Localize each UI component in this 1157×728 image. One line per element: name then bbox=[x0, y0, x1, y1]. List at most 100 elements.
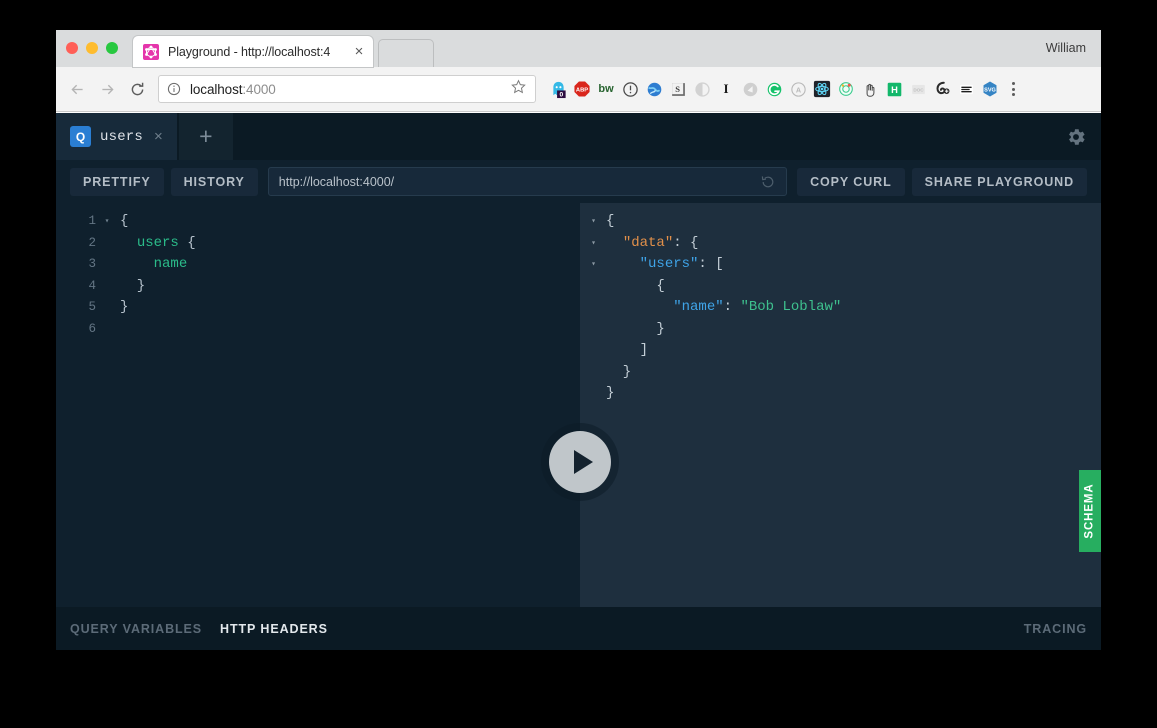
line-source: { bbox=[606, 277, 665, 294]
triangle-gray-icon[interactable] bbox=[738, 74, 762, 104]
share-playground-button[interactable]: SHARE PLAYGROUND bbox=[911, 167, 1087, 196]
apollo-icon[interactable] bbox=[834, 74, 858, 104]
italic-icon[interactable]: I bbox=[714, 74, 738, 104]
forward-arrow-icon[interactable] bbox=[92, 74, 122, 104]
endpoint-url-text: http://localhost:4000/ bbox=[278, 174, 395, 189]
response-line: } bbox=[580, 383, 1101, 405]
playground-body: 1 ▾{2 users {3 name 4 } 5} 6 ▾{▾ "data": {▾ … bbox=[56, 203, 1101, 607]
endpoint-url-input[interactable]: http://localhost:4000/ bbox=[267, 167, 788, 196]
schema-tab-label: SCHEMA bbox=[1084, 483, 1096, 539]
query-editor-line: 1 ▾ { bbox=[56, 211, 580, 233]
svg-text:A: A bbox=[795, 85, 801, 94]
line-source: "name": "Bob Loblaw" bbox=[673, 299, 842, 315]
line-source: { bbox=[120, 213, 129, 229]
hypothesis-icon[interactable]: H bbox=[882, 74, 906, 104]
back-arrow-icon[interactable] bbox=[62, 74, 92, 104]
fold-toggle-icon[interactable]: ▾ bbox=[580, 233, 602, 255]
lines-icon[interactable] bbox=[954, 74, 978, 104]
schema-tab-button[interactable]: SCHEMA bbox=[1079, 470, 1101, 552]
maximize-window-button[interactable] bbox=[106, 42, 118, 54]
reload-endpoint-icon[interactable] bbox=[760, 174, 776, 190]
grammarly-icon[interactable] bbox=[762, 74, 786, 104]
kebab-menu-icon[interactable] bbox=[1002, 74, 1024, 104]
query-variables-tab[interactable]: QUERY VARIABLES bbox=[70, 622, 202, 636]
new-playground-tab-button[interactable]: + bbox=[178, 113, 233, 160]
profile-name[interactable]: William bbox=[1037, 38, 1095, 58]
browser-toolbar: localhost:4000 0 ABP bw S I A H DOC SVG bbox=[56, 67, 1101, 112]
bitwarden-icon[interactable]: bw bbox=[594, 74, 618, 104]
line-source: ] bbox=[606, 342, 649, 358]
query-editor[interactable]: 1 ▾{2 users {3 name 4 } 5} 6 bbox=[56, 203, 580, 607]
response-line: "name": "Bob Loblaw" bbox=[580, 297, 1101, 319]
browser-tab-playground[interactable]: Playground - http://localhost:4 × bbox=[133, 36, 373, 67]
window-traffic-lights bbox=[66, 42, 118, 54]
line-source: name bbox=[153, 256, 188, 272]
globe-icon[interactable] bbox=[642, 74, 666, 104]
line-source: } bbox=[120, 299, 129, 315]
minimize-window-button[interactable] bbox=[86, 42, 98, 54]
response-viewer[interactable]: ▾{▾ "data": {▾ "users": [ { "name": "Bob… bbox=[580, 203, 1101, 607]
moon-icon[interactable] bbox=[690, 74, 714, 104]
svg-badge-icon[interactable]: SVG bbox=[978, 74, 1002, 104]
svg-text:0: 0 bbox=[559, 91, 563, 98]
close-window-button[interactable] bbox=[66, 42, 78, 54]
graphql-playground: Q users × + PRETTIFY HISTORY http://loca… bbox=[56, 113, 1101, 650]
response-viewer-lines: ▾{▾ "data": {▾ "users": [ { "name": "Bob… bbox=[580, 211, 1101, 405]
line-source: "data": { bbox=[622, 234, 699, 251]
ghostery-icon[interactable]: 0 bbox=[546, 74, 570, 104]
line-source: "users": [ bbox=[639, 256, 724, 272]
new-tab-ghost-button[interactable] bbox=[378, 39, 434, 67]
star-icon[interactable] bbox=[511, 79, 527, 99]
http-headers-tab[interactable]: HTTP HEADERS bbox=[220, 622, 328, 636]
tracing-tab[interactable]: TRACING bbox=[1024, 622, 1087, 636]
close-playground-tab-button[interactable]: × bbox=[152, 128, 165, 145]
run-query-play-button[interactable] bbox=[549, 431, 611, 493]
line-source: users { bbox=[136, 234, 196, 251]
playground-tab-users[interactable]: Q users × bbox=[56, 113, 177, 160]
graphql-logo-icon bbox=[143, 43, 159, 60]
query-editor-lines: 1 ▾{2 users {3 name 4 } 5} 6 bbox=[56, 211, 580, 340]
play-triangle-icon bbox=[573, 450, 593, 474]
fold-toggle-icon[interactable]: ▾ bbox=[580, 211, 602, 233]
response-line: ▾{ bbox=[580, 211, 1101, 233]
line-source: } bbox=[120, 277, 146, 294]
response-line: ▾ "users": [ bbox=[580, 254, 1101, 276]
svg-text:H: H bbox=[891, 85, 898, 95]
copy-curl-button[interactable]: COPY CURL bbox=[797, 167, 905, 196]
browser-tab-strip: Playground - http://localhost:4 × Willia… bbox=[56, 30, 1101, 67]
query-editor-line: 2 users { bbox=[56, 233, 580, 255]
gear-icon[interactable] bbox=[1065, 126, 1087, 148]
line-number: 3 bbox=[88, 257, 96, 271]
query-editor-line: 3 name bbox=[56, 254, 580, 276]
response-line: ▾ "data": { bbox=[580, 233, 1101, 255]
circle-a-icon[interactable]: A bbox=[786, 74, 810, 104]
evernote-icon[interactable]: S bbox=[666, 74, 690, 104]
info-circle-icon[interactable] bbox=[167, 82, 183, 96]
address-bar-text: localhost:4000 bbox=[190, 81, 276, 97]
playground-footer: QUERY VARIABLES HTTP HEADERS TRACING bbox=[56, 607, 1101, 650]
svg-text:S: S bbox=[675, 84, 680, 94]
response-line: { bbox=[580, 276, 1101, 298]
fold-toggle-icon[interactable]: ▾ bbox=[100, 211, 114, 233]
line-number: 5 bbox=[88, 300, 96, 314]
react-devtools-icon[interactable] bbox=[810, 74, 834, 104]
swirl-icon[interactable] bbox=[930, 74, 954, 104]
playground-action-toolbar: PRETTIFY HISTORY http://localhost:4000/ … bbox=[56, 160, 1101, 203]
close-tab-button[interactable]: × bbox=[351, 44, 367, 60]
exclamation-circle-icon[interactable] bbox=[618, 74, 642, 104]
fold-toggle-icon[interactable]: ▾ bbox=[580, 254, 602, 276]
history-button[interactable]: HISTORY bbox=[170, 167, 258, 196]
svg-text:DOC: DOC bbox=[913, 87, 924, 92]
hand-icon[interactable] bbox=[858, 74, 882, 104]
browser-window: Playground - http://localhost:4 × Willia… bbox=[56, 30, 1101, 650]
playground-tab-label: users bbox=[100, 128, 144, 145]
dim-box-icon[interactable]: DOC bbox=[906, 74, 930, 104]
prettify-button[interactable]: PRETTIFY bbox=[70, 167, 164, 196]
svg-text:ABP: ABP bbox=[576, 88, 588, 94]
adblock-plus-icon[interactable]: ABP bbox=[570, 74, 594, 104]
query-editor-line: 6 bbox=[56, 319, 580, 341]
address-bar[interactable]: localhost:4000 bbox=[158, 75, 536, 103]
reload-icon[interactable] bbox=[122, 74, 152, 104]
line-source: } bbox=[606, 320, 665, 337]
line-source: { bbox=[606, 213, 615, 229]
